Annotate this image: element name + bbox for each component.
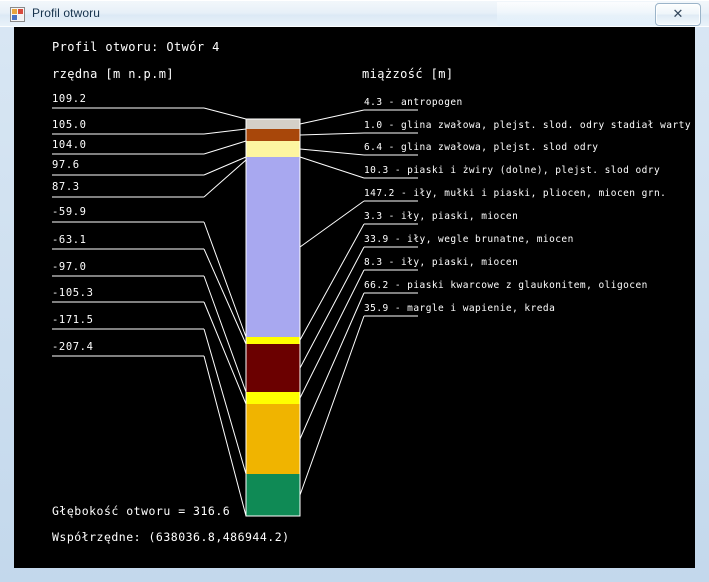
close-icon: ✕ xyxy=(672,7,684,22)
layer-band-piaski-ily xyxy=(246,157,300,337)
layer-band-wegle xyxy=(246,344,300,392)
window-titlebar: Profil otworu ✕ xyxy=(0,0,709,27)
layer-band-glina-warty xyxy=(246,129,300,141)
layer-band-ily-piaski-1 xyxy=(246,337,300,344)
borehole-profile-canvas: Profil otworu: Otwór 4 rzędna [m n.p.m] … xyxy=(14,27,695,568)
layer-band-antropogen xyxy=(246,119,300,129)
vb-form-icon xyxy=(10,7,25,22)
description-underlines xyxy=(364,109,418,317)
layer-band-margle xyxy=(246,474,300,516)
elevation-underlines xyxy=(52,107,204,357)
window-title: Profil otworu xyxy=(32,6,100,20)
application-window: Profil otworu ✕ Profil otworu: Otwór 4 r… xyxy=(0,0,709,582)
layer-band-glina-odry xyxy=(246,141,300,157)
layer-band-glaukonit xyxy=(246,404,300,474)
titlebar-highlight xyxy=(497,2,657,27)
right-leader-lines xyxy=(299,109,365,496)
lithology-column xyxy=(245,118,301,517)
profile-graphics xyxy=(52,107,418,517)
left-leader-lines xyxy=(203,107,247,517)
layer-band-ily-piaski-2 xyxy=(246,392,300,404)
close-button[interactable]: ✕ xyxy=(655,3,701,26)
